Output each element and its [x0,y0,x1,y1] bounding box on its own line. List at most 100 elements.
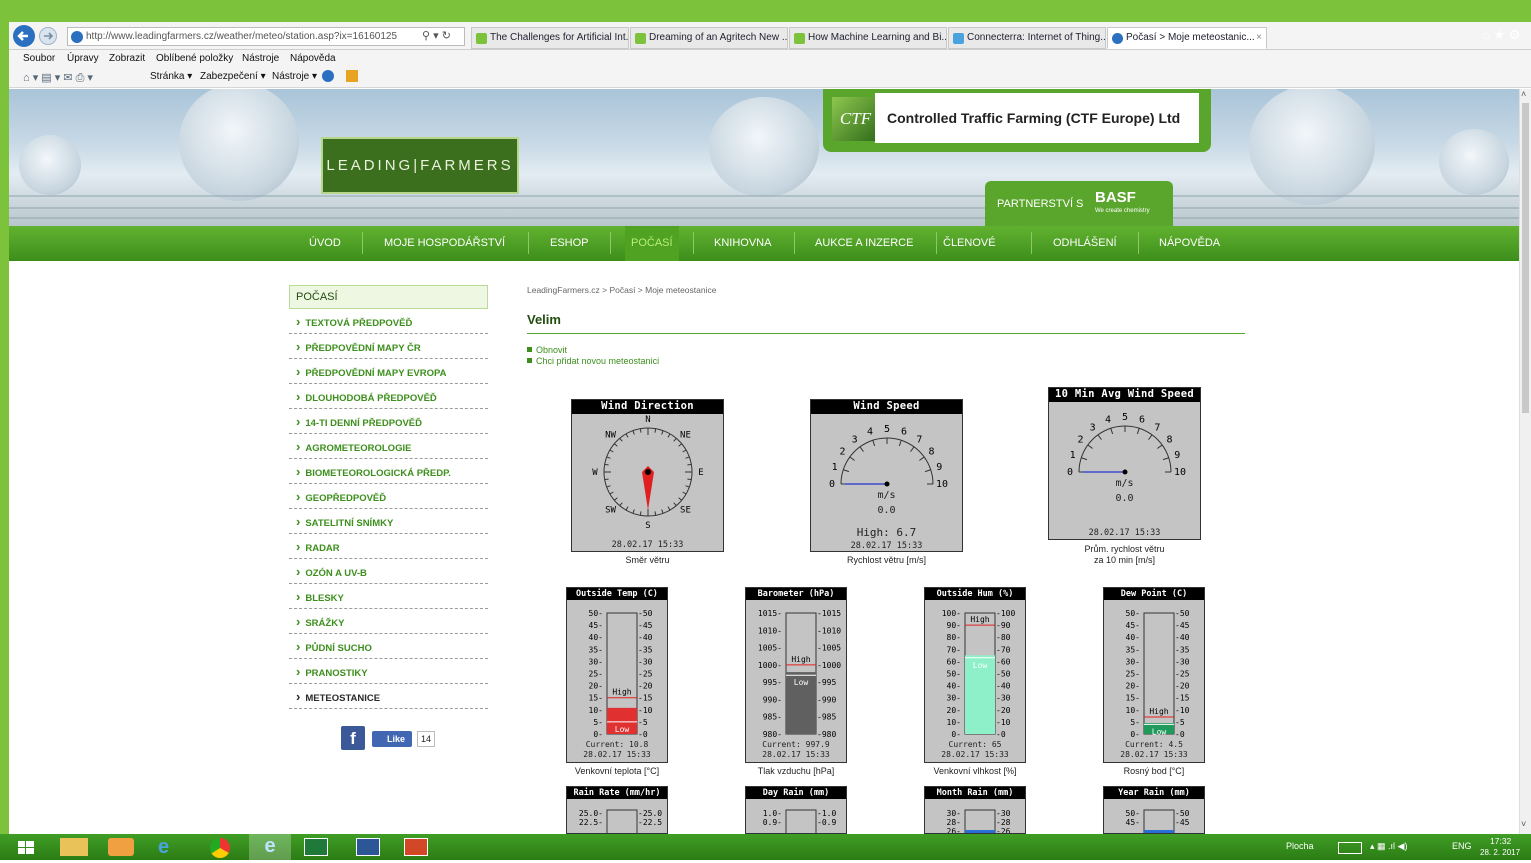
word-icon[interactable] [356,838,380,856]
sidebar-item[interactable]: AGROMETEOROLOGIE [289,434,488,459]
help-icon[interactable] [322,70,334,82]
vertical-scrollbar[interactable]: ˄ ˅ [1519,89,1531,834]
nav-separator [794,232,795,254]
clock-date[interactable]: 28. 2. 2017 [1480,848,1520,857]
site-globe-icon [71,31,83,43]
excel-icon[interactable] [304,838,328,856]
refresh-link[interactable]: Obnovit [527,345,567,355]
forward-arrow-icon [44,32,54,40]
basf-logo: BASF [1095,189,1136,206]
basf-partner-box[interactable]: PARTNERSTVÍ S BASF We create chemistry [985,181,1173,226]
browser-tab[interactable]: Dreaming of an Agritech New ... [630,27,788,49]
browser-tab[interactable]: How Machine Learning and Bi... [789,27,947,49]
desktop-toolbar-label[interactable]: Plocha [1286,841,1314,851]
scroll-up-icon[interactable]: ˄ [1521,89,1526,99]
address-bar[interactable]: http://www.leadingfarmers.cz/weather/met… [67,27,465,46]
cmd-tools[interactable]: Nástroje ▾ [272,71,317,82]
tick-label-right: -22.5 [638,818,662,827]
sidebar-item[interactable]: BLESKY [289,584,488,609]
sidebar-item[interactable]: RADAR [289,534,488,559]
compass-tick [606,456,611,459]
bar-current: Current: 997.9 [762,740,830,749]
nav-uvod[interactable]: ÚVOD [309,226,341,261]
menu-help[interactable]: Nápověda [290,53,336,64]
cmd-page[interactable]: Stránka ▾ [150,71,192,82]
chrome-icon[interactable] [210,838,230,858]
high-label: High [791,655,810,664]
tick-label-right: -40 [1175,633,1190,642]
scroll-down-icon[interactable]: ˅ [1521,819,1526,829]
home-star-gear-icons[interactable]: ⌂ ★ ⚙ [1482,27,1520,43]
nav-odhlaseni[interactable]: ODHLÁŠENÍ [1053,226,1117,261]
tray-network-volume-icon[interactable]: ▴ ▦ .ıl ◀) [1370,841,1407,852]
keyboard-icon[interactable] [1338,842,1362,854]
facebook-like-button[interactable]: Like [372,731,412,747]
menu-edit[interactable]: Úpravy [67,53,99,64]
sidebar-item[interactable]: TEXTOVÁ PŘEDPOVĚĎ [289,309,488,334]
sidebar-item[interactable]: SRÁŽKY [289,609,488,634]
menu-view[interactable]: Zobrazit [109,53,145,64]
search-icon[interactable]: ⚲ ▾ ↻ [422,29,451,42]
tick-label-right: -30 [1175,657,1190,666]
low-label: Low [615,725,630,734]
sidebar-item[interactable]: 14-TI DENNÍ PŘEDPOVĚĎ [289,409,488,434]
tick-label-left: 1.0- [763,809,782,818]
compass-tick [609,449,614,453]
start-windows-icon[interactable] [6,836,46,860]
dial-label: 7 [1154,423,1160,434]
home-icon[interactable]: ⌂ ▾ ▤ ▾ ✉ ⎙ ▾ [23,71,93,85]
nav-napoveda[interactable]: NÁPOVĚDA [1159,226,1220,261]
compass-tick [604,478,609,481]
sidebar-item[interactable]: PŘEDPOVĚDNÍ MAPY ČR [289,334,488,359]
nav-knihovna[interactable]: KNIHOVNA [714,226,771,261]
sidebar-item[interactable]: OZÓN A UV-B [289,559,488,584]
menu-favorites[interactable]: Oblíbené položky [156,53,233,64]
sidebar-item[interactable]: PŘEDPOVĚDNÍ MAPY EVROPA [289,359,488,384]
tick-label-left: 0.9- [763,818,782,827]
leadingfarmers-logo[interactable]: LEADING|FARMERS [321,137,519,194]
sidebar-item[interactable]: SATELITNÍ SNÍMKY [289,509,488,534]
compass-label: N [645,415,650,425]
forward-button[interactable] [39,27,57,45]
bar-tube [785,809,817,833]
nav-moje-hospodarstvi[interactable]: MOJE HOSPODÁŘSTVÍ [384,226,505,261]
research-icon[interactable] [346,70,358,82]
cmd-security[interactable]: Zabezpečení ▾ [200,71,266,82]
nav-aukce[interactable]: AUKCE A INZERCE [815,226,913,261]
bar-tube [606,809,638,833]
sidebar-item[interactable]: BIOMETEOROLOGICKÁ PŘEDP. [289,459,488,484]
tick-label-right: -35 [638,645,653,654]
sidebar-item[interactable]: DLOUHODOBÁ PŘEDPOVĚĎ [289,384,488,409]
scrollbar-thumb[interactable] [1522,103,1529,413]
tick-label-right: -25.0 [638,809,662,818]
sidebar-item[interactable]: PRANOSTIKY [289,659,488,684]
sidebar-item[interactable]: PŮDNÍ SUCHO [289,634,488,659]
sidebar-item[interactable]: GEOPŘEDPOVĚĎ [289,484,488,509]
browser-tab[interactable]: Connecterra: Internet of Thing... [948,27,1106,49]
back-button[interactable] [13,25,35,47]
add-station-link[interactable]: Chci přidat novou meteostanici [527,356,659,366]
banner-tree [19,135,81,195]
browser-tab-active[interactable]: Počasí > Moje meteostanic... × [1107,27,1267,49]
menu-tools[interactable]: Nástroje [242,53,279,64]
close-tab-icon[interactable]: × [1256,28,1262,48]
language-indicator[interactable]: ENG [1452,841,1472,851]
browser-tab[interactable]: The Challenges for Artificial Int... [471,27,629,49]
dial-label: 5 [884,424,890,435]
nav-clenove[interactable]: ČLENOVÉ [943,226,996,261]
tick-label-right: -90 [996,621,1011,630]
outlook-icon[interactable] [108,838,134,856]
nav-eshop[interactable]: ESHOP [550,226,589,261]
menu-file[interactable]: Soubor [23,53,55,64]
internet-explorer-active-icon[interactable]: e [249,834,291,860]
facebook-icon[interactable]: f [341,726,365,750]
file-explorer-icon[interactable] [60,838,88,856]
clock-time[interactable]: 17:32 [1490,836,1511,846]
ctf-banner[interactable]: CTF Controlled Traffic Farming (CTF Euro… [823,89,1211,152]
internet-explorer-icon[interactable]: e [158,837,182,857]
nav-pocasi[interactable]: POČASÍ [625,226,679,261]
presentation-icon[interactable] [404,838,428,856]
sidebar-item[interactable]: METEOSTANICE [289,684,488,709]
tick-label-right: -20 [1175,682,1190,691]
speed-dial: 0 1234 5 6789 10 [829,424,948,490]
